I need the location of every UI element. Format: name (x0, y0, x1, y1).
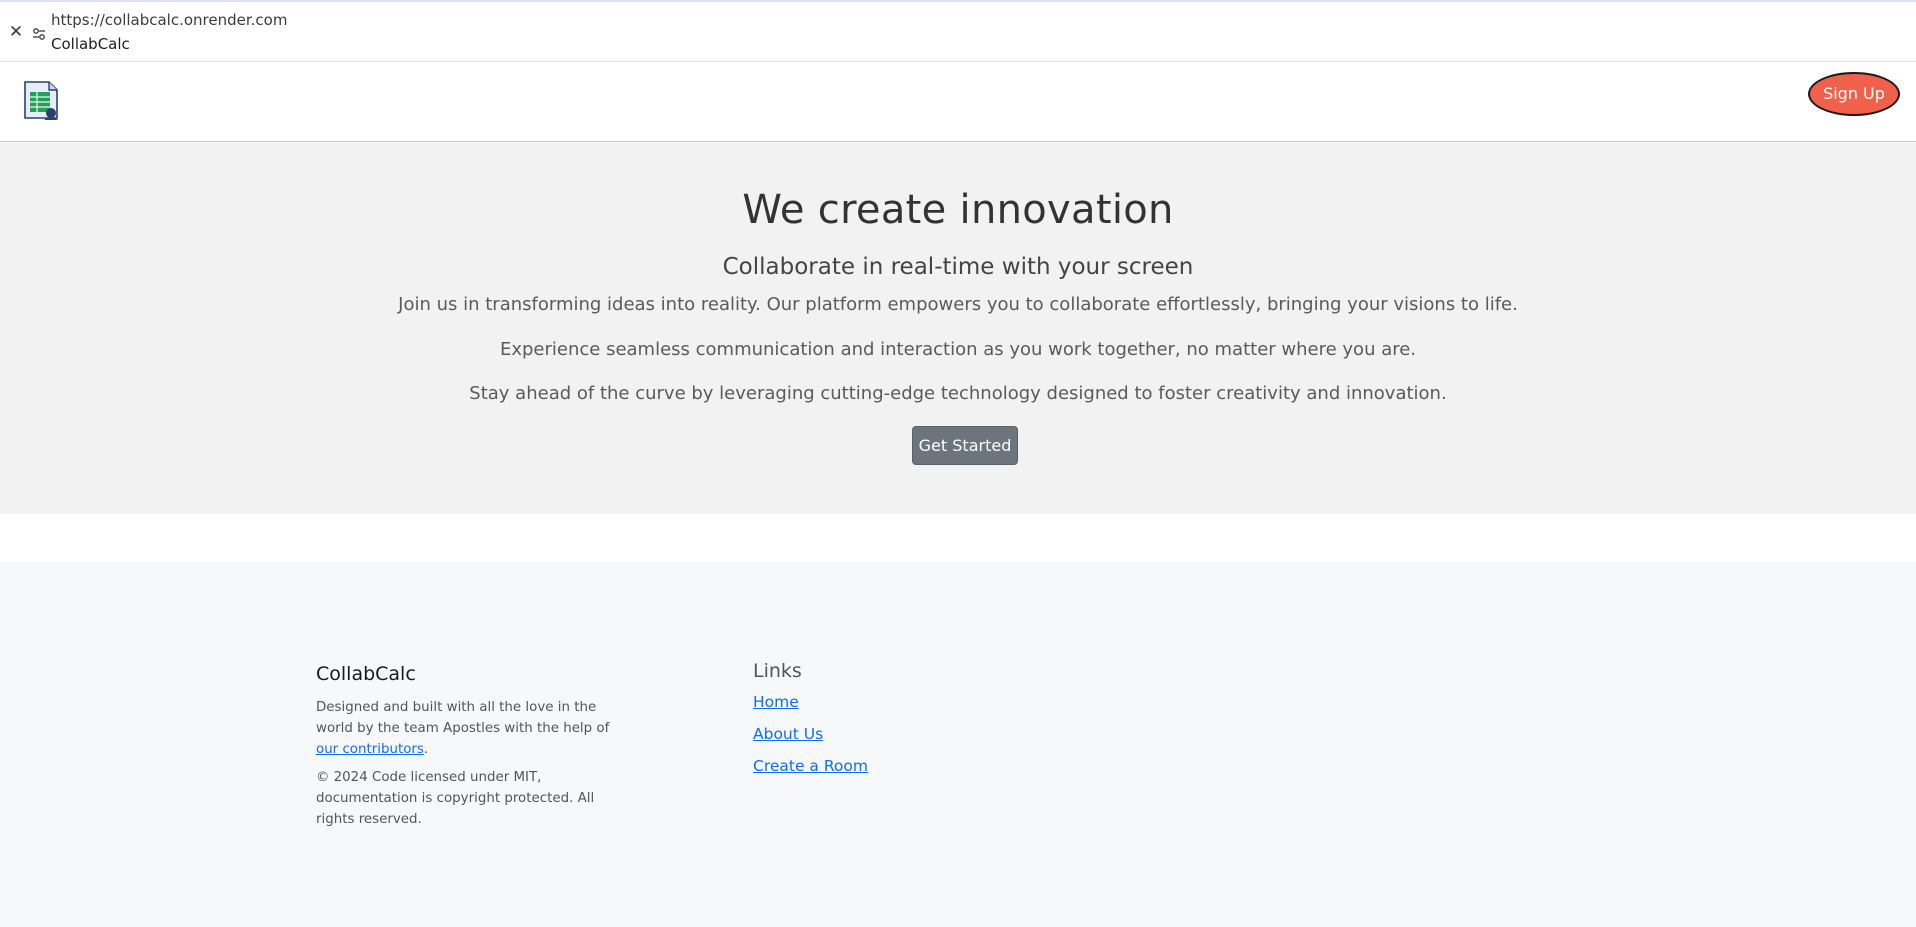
site-header: Sign Up (0, 62, 1916, 142)
sign-up-button[interactable]: Sign Up (1808, 72, 1900, 116)
hero-paragraph: Experience seamless communication and in… (499, 339, 1417, 360)
footer-copyright: © 2024 Code licensed under MIT, document… (316, 770, 595, 827)
footer-desc-suffix: . (423, 742, 429, 757)
footer-link-about-us[interactable]: About Us (753, 725, 823, 743)
get-started-button[interactable]: Get Started (912, 426, 1018, 465)
spreadsheet-logo-icon[interactable] (22, 80, 60, 122)
browser-tab-title: CollabCalc (51, 35, 130, 53)
browser-bar: ✕ https://collabcalc.onrender.com Collab… (0, 0, 1916, 62)
site-footer: CollabCalc Designed and built with all t… (0, 562, 1916, 927)
footer-brand: CollabCalc (316, 663, 416, 685)
browser-url[interactable]: https://collabcalc.onrender.com (51, 11, 287, 29)
footer-link-home[interactable]: Home (753, 693, 799, 711)
hero-paragraph: Stay ahead of the curve by leveraging cu… (469, 383, 1447, 404)
hero-section: We create innovation Collaborate in real… (0, 143, 1916, 514)
footer-links-heading: Links (753, 660, 802, 682)
hero-subtitle: Collaborate in real-time with your scree… (722, 254, 1194, 280)
footer-link-create-room[interactable]: Create a Room (753, 757, 868, 775)
hero-paragraph: Join us in transforming ideas into reali… (398, 294, 1518, 315)
hero-title: We create innovation (742, 187, 1174, 233)
contributors-link[interactable]: our contributors (316, 742, 424, 757)
tune-icon[interactable] (32, 26, 46, 40)
footer-desc-text: Designed and built with all the love in … (316, 700, 610, 736)
close-icon[interactable]: ✕ (8, 24, 24, 41)
tune-icon-svg (33, 28, 45, 40)
logo-svg (24, 81, 58, 120)
footer-description: Designed and built with all the love in … (316, 697, 626, 760)
